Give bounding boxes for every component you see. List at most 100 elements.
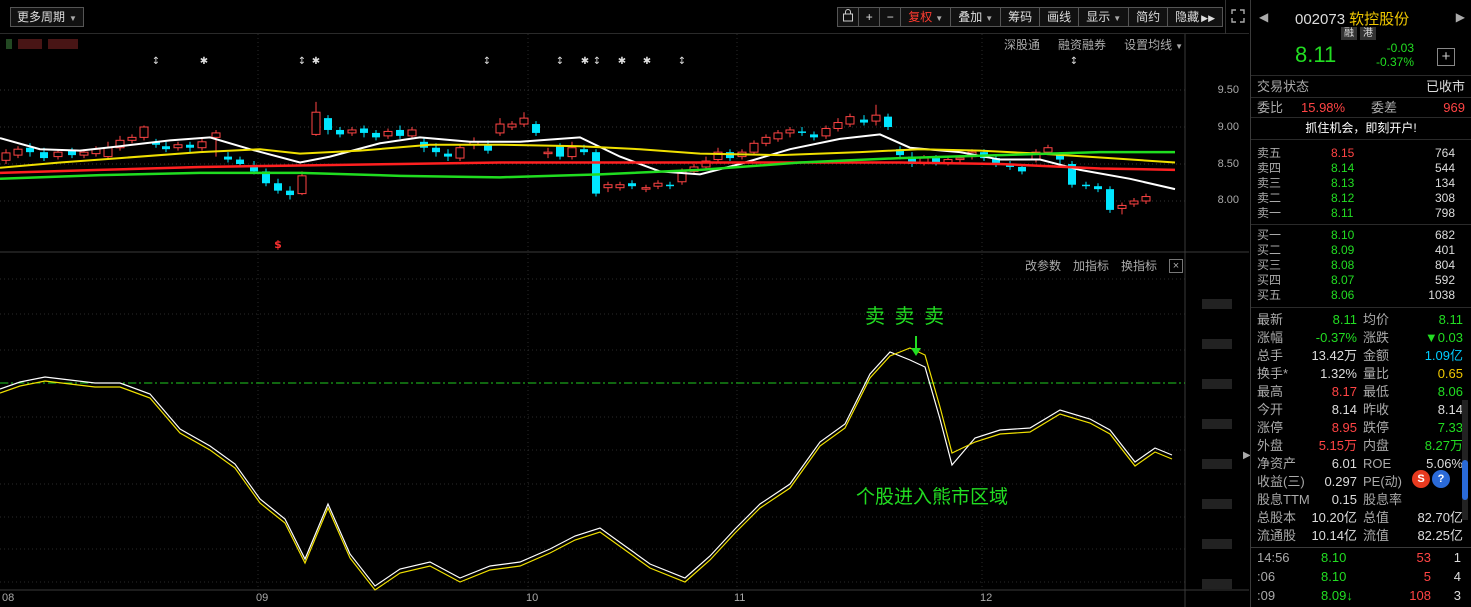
event-marker: ✱ [312, 56, 320, 67]
candle-body [139, 126, 149, 138]
stock-title: 002073 软控股份 [1295, 8, 1409, 29]
candle-body [749, 142, 759, 153]
zoom-out-button[interactable]: − [879, 7, 902, 27]
chart-area[interactable]: ↕ ✱ ↕ ✱ ↕ ↕ ✱ ↕ ✱ ✱ ↕ ↕ $ 深股通 融资融券 设置均线 ▼ 9.50 9.00 8… [0, 34, 1249, 607]
ma-settings-link[interactable]: 设置均线 ▼ [1124, 36, 1183, 53]
display-button[interactable]: 显示 ▼ [1078, 7, 1130, 27]
chevron-down-icon: ▼ [1175, 42, 1183, 51]
quote-value: 1.32% [1320, 366, 1357, 381]
diff-value: 969 [1443, 100, 1465, 115]
bid-row[interactable]: 买三 8.08 804 [1251, 258, 1471, 273]
price-tick: 9.50 [1217, 84, 1239, 96]
ask-price: 8.13 [1331, 176, 1355, 190]
bid-row[interactable]: 买五 8.06 1038 [1251, 288, 1471, 303]
quote-label: 总值 [1363, 510, 1390, 525]
ask-row[interactable]: 卖五 8.15 764 [1251, 146, 1471, 161]
help-icon[interactable]: ? [1432, 470, 1450, 488]
quote-value: 8.95 [1331, 420, 1357, 435]
tick-count: 3 [1453, 588, 1461, 603]
trade-status-row: 交易状态 已收市 [1251, 76, 1471, 98]
order-book-divider [1251, 224, 1471, 225]
margin-trading-link[interactable]: 融资融券 [1058, 36, 1106, 53]
close-icon[interactable]: × [1169, 258, 1183, 273]
next-stock-icon[interactable]: ▶ [1456, 10, 1465, 24]
expand-panel-toggle[interactable] [1225, 0, 1249, 34]
quote-value: 82.25亿 [1417, 528, 1463, 543]
quote-row: 换手* 1.32% 量比 0.65 [1251, 365, 1471, 383]
candle-body [396, 129, 404, 136]
candle-body [785, 129, 795, 134]
side-scrollbar[interactable] [1462, 400, 1468, 520]
ask-row[interactable]: 卖三 8.13 134 [1251, 176, 1471, 191]
candle-body [653, 182, 663, 187]
quote-label: PE(动) [1363, 474, 1403, 489]
change-pct: -0.37% [1376, 55, 1415, 69]
quote-label: 涨幅 [1257, 330, 1284, 345]
hide-button[interactable]: 隐藏 ▶▶ [1167, 7, 1223, 27]
candle-body [347, 129, 357, 134]
event-marker: ↕ [152, 56, 160, 67]
draw-line-button[interactable]: 画线 [1039, 7, 1080, 27]
candle-body [1082, 184, 1090, 187]
edit-params-link[interactable]: 改参数 [1025, 257, 1061, 274]
ask-volume: 134 [1434, 176, 1455, 190]
candle-body [360, 128, 368, 133]
prev-stock-icon[interactable]: ◀ [1259, 10, 1268, 24]
ratio-label: 委比 [1257, 100, 1284, 115]
overlay-button[interactable]: 叠加 ▼ [950, 7, 1002, 27]
candle-body [407, 129, 417, 137]
candle-body [324, 118, 332, 130]
quote-label: 收益(三) [1257, 474, 1305, 489]
ask-row[interactable]: 卖一 8.11 798 [1251, 206, 1471, 221]
ask-label: 卖二 [1257, 191, 1282, 205]
candle-body [53, 151, 63, 158]
sogou-icon[interactable]: S [1412, 470, 1430, 488]
adjust-button[interactable]: 复权 ▼ [900, 7, 952, 27]
hk-connect-link[interactable]: 深股通 [1004, 36, 1040, 53]
quote-label: 昨收 [1363, 402, 1390, 417]
candle-body [224, 156, 232, 160]
tick-price: 8.09↓ [1321, 586, 1353, 605]
bid-label: 买三 [1257, 258, 1282, 272]
bid-volume: 1038 [1428, 288, 1455, 302]
simple-button[interactable]: 简约 [1128, 7, 1169, 27]
bid-row[interactable]: 买四 8.07 592 [1251, 273, 1471, 288]
ask-row[interactable]: 卖二 8.12 308 [1251, 191, 1471, 206]
switch-indicator-link[interactable]: 换指标 [1121, 257, 1157, 274]
bid-row[interactable]: 买一 8.10 682 [1251, 228, 1471, 243]
quote-row: 最新 8.11 均价 8.11 [1251, 311, 1471, 329]
toolbar-buttons: + − 复权 ▼ 叠加 ▼ 筹码 画线 显示 ▼ 简约 隐藏 ▶▶ [837, 7, 1223, 27]
candle-body [186, 144, 194, 148]
chip-button[interactable]: 筹码 [1000, 7, 1041, 27]
kline-chart[interactable]: ↕ ✱ ↕ ✱ ↕ ↕ ✱ ↕ ✱ ✱ ↕ ↕ $ [0, 34, 1249, 607]
period-dropdown[interactable]: 更多周期 ▼ [10, 7, 84, 27]
quote-value: 13.42万 [1311, 348, 1357, 363]
price-tick: 9.00 [1217, 121, 1239, 133]
ask-label: 卖一 [1257, 206, 1282, 220]
bear-zone-label: 个股进入熊市区域 [856, 487, 1009, 508]
open-account-promo[interactable]: 抓住机会，即刻开户! [1251, 118, 1471, 140]
sell-signal-label: 卖 卖 卖 [865, 306, 947, 328]
lock-icon[interactable] [837, 7, 860, 27]
quote-label: 最高 [1257, 384, 1284, 399]
ask-row[interactable]: 卖四 8.14 544 [1251, 161, 1471, 176]
add-watchlist-button[interactable]: + [1437, 48, 1455, 66]
add-indicator-link[interactable]: 加指标 [1073, 257, 1109, 274]
bid-price: 8.10 [1331, 228, 1355, 242]
scroll-thumb[interactable] [1462, 460, 1468, 500]
candle-body [1141, 196, 1151, 202]
price-change: -0.03 -0.37% [1376, 41, 1414, 69]
event-marker: ↕ [678, 56, 686, 67]
ask-label: 卖三 [1257, 176, 1282, 190]
candle-body [336, 129, 344, 135]
hide-label: 隐藏 [1175, 10, 1200, 24]
quote-label: 内盘 [1363, 438, 1390, 453]
period-label: 更多周期 [17, 10, 66, 24]
d-line [0, 347, 1173, 591]
zoom-in-button[interactable]: + [858, 7, 881, 27]
bid-label: 买二 [1257, 243, 1282, 257]
chevron-down-icon: ▼ [1113, 14, 1122, 23]
bid-row[interactable]: 买二 8.09 401 [1251, 243, 1471, 258]
candle-body [955, 157, 965, 161]
bid-volume: 401 [1434, 243, 1455, 257]
